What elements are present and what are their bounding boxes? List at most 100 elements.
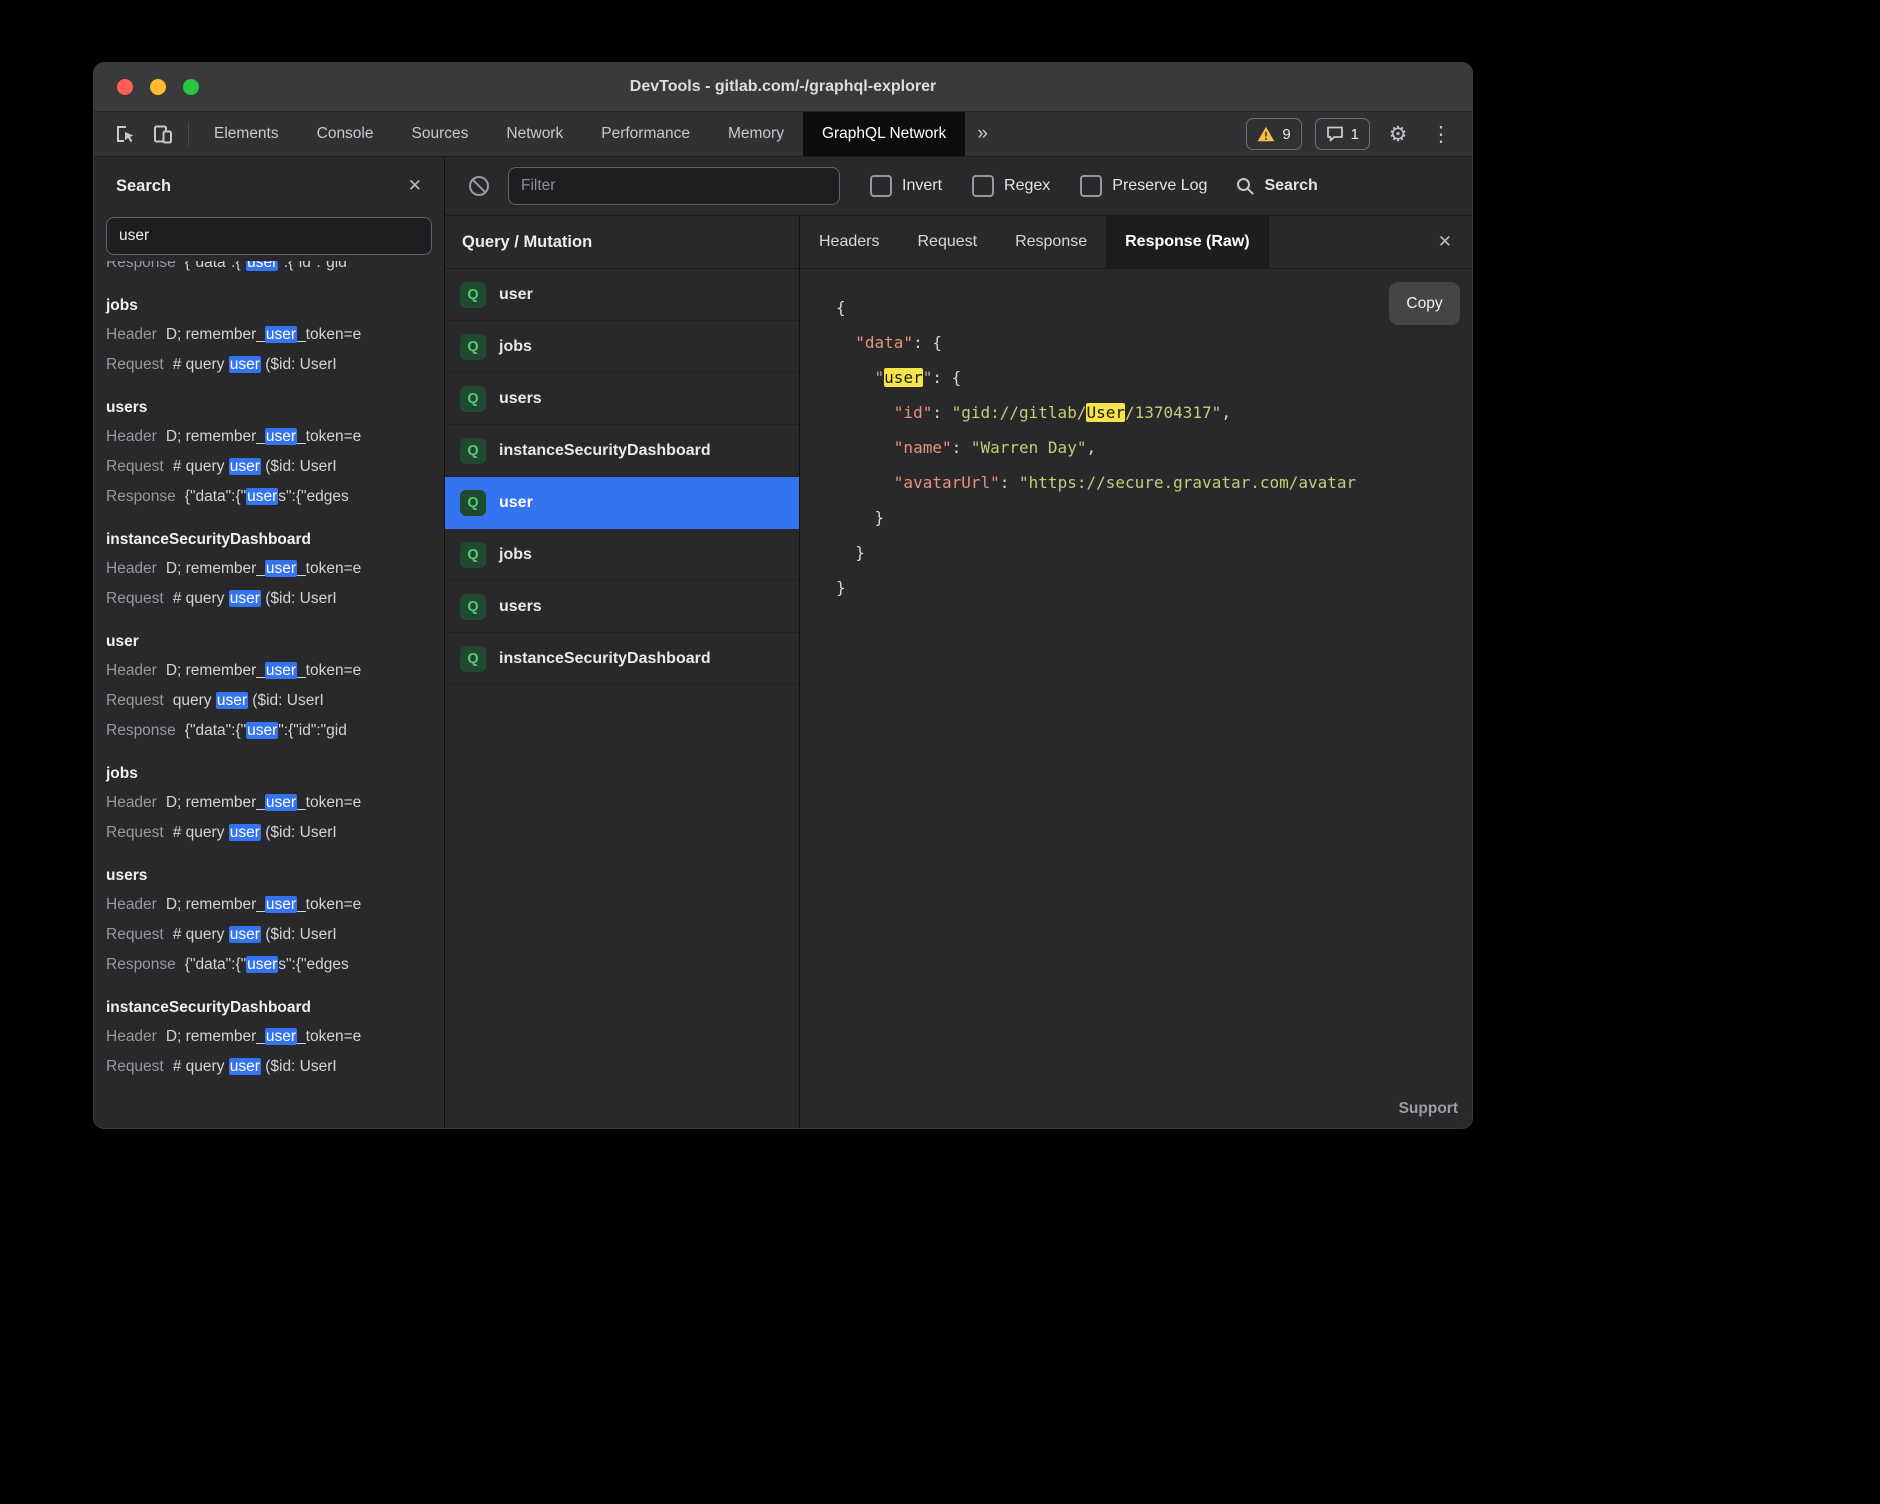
query-list-item-users[interactable]: Qusers [445,373,799,425]
devtools-tab-memory[interactable]: Memory [709,112,803,156]
search-result-line[interactable]: Request# query user ($id: UserI [106,452,436,482]
close-detail-icon[interactable]: ✕ [1438,232,1472,252]
json-token: : { [932,368,961,387]
json-token [836,403,894,422]
search-result-field: Header [106,554,157,584]
json-token: : [1000,473,1019,492]
query-badge: Q [460,646,486,672]
search-input[interactable] [106,217,432,255]
search-result-fragment: D; remember_ [166,560,265,577]
search-result-fragment: _token=e [297,560,361,577]
search-result-line[interactable]: HeaderD; remember_user_token=e [106,788,436,818]
search-match-highlight: user [265,896,297,913]
query-list-item-users[interactable]: Qusers [445,581,799,633]
checkbox-box[interactable] [1080,175,1102,197]
search-toggle[interactable]: Search [1235,176,1317,196]
more-tabs-icon[interactable]: » [965,112,1000,156]
devtools-toolbar: ElementsConsoleSourcesNetworkPerformance… [94,112,1472,157]
search-result-line[interactable]: Response{"data":{"user":{"id":"gid [106,261,436,278]
search-match-highlight: user [265,662,297,679]
json-line: { [836,290,1472,325]
inspect-element-icon[interactable] [106,112,144,156]
devtools-tab-performance[interactable]: Performance [582,112,709,156]
detail-tab-headers[interactable]: Headers [800,216,898,268]
support-link[interactable]: Support [1399,1100,1458,1118]
search-result-line[interactable]: Response{"data":{"user":{"id":"gid [106,716,436,746]
search-result-line[interactable]: Request# query user ($id: UserI [106,584,436,614]
checkbox-label: Regex [1004,177,1050,195]
checkbox-box[interactable] [870,175,892,197]
search-result-line[interactable]: HeaderD; remember_user_token=e [106,320,436,350]
block-icon[interactable] [467,174,491,198]
query-list-item-instancesecuritydashboard[interactable]: QinstanceSecurityDashboard [445,425,799,477]
json-line: "id": "gid://gitlab/User/13704317", [836,395,1472,430]
search-result: jobsHeaderD; remember_user_token=eReques… [106,291,436,380]
search-result-line[interactable]: HeaderD; remember_user_token=e [106,890,436,920]
detail-tab-response-raw[interactable]: Response (Raw) [1106,216,1268,268]
query-badge: Q [460,438,486,464]
search-result-line[interactable]: Request# query user ($id: UserI [106,818,436,848]
search-result-title[interactable]: user [106,627,436,656]
search-result-title[interactable]: jobs [106,759,436,788]
query-list-item-jobs[interactable]: Qjobs [445,321,799,373]
devtools-tab-console[interactable]: Console [298,112,393,156]
device-toolbar-icon[interactable] [144,112,182,156]
devtools-tab-sources[interactable]: Sources [393,112,488,156]
search-result-line[interactable]: Request# query user ($id: UserI [106,350,436,380]
search-result-line[interactable]: Request# query user ($id: UserI [106,1052,436,1082]
search-result-line[interactable]: HeaderD; remember_user_token=e [106,1022,436,1052]
search-result-line[interactable]: HeaderD; remember_user_token=e [106,656,436,686]
search-result-field: Header [106,788,157,818]
detail-tab-request[interactable]: Request [898,216,996,268]
zoom-window-button[interactable] [183,79,199,95]
search-result-title[interactable]: instanceSecurityDashboard [106,993,436,1022]
filter-input[interactable] [508,167,840,205]
checkbox-box[interactable] [972,175,994,197]
messages-badge[interactable]: 1 [1315,118,1370,150]
devtools-tab-elements[interactable]: Elements [195,112,298,156]
search-result-field: Request [106,818,164,848]
search-result-line[interactable]: Request# query user ($id: UserI [106,920,436,950]
search-result-field: Response [106,482,176,512]
search-result-line[interactable]: Response{"data":{"users":{"edges [106,950,436,980]
window-title: DevTools - gitlab.com/-/graphql-explorer [630,78,936,96]
kebab-menu-icon[interactable]: ⋮ [1426,112,1456,156]
checkbox-invert[interactable]: Invert [870,175,942,197]
query-list-item-user[interactable]: Quser [445,477,799,529]
toolbar-icon-group [94,112,182,156]
copy-button[interactable]: Copy [1389,282,1460,325]
search-match-highlight: user [216,692,248,709]
detail-tab-response[interactable]: Response [996,216,1106,268]
search-result-title[interactable]: instanceSecurityDashboard [106,525,436,554]
query-list-item-instancesecuritydashboard[interactable]: QinstanceSecurityDashboard [445,633,799,685]
json-line: "name": "Warren Day", [836,430,1472,465]
response-json: { "data": { "user": { "id": "gid://gitla… [836,290,1472,605]
search-result-fragment: _token=e [297,326,361,343]
checkbox-regex[interactable]: Regex [972,175,1050,197]
warnings-badge[interactable]: 9 [1246,118,1301,150]
json-token: " [875,368,885,387]
devtools-tab-graphql-network[interactable]: GraphQL Network [803,112,965,156]
search-match-highlight: user [246,722,278,739]
search-result-line[interactable]: HeaderD; remember_user_token=e [106,554,436,584]
settings-gear-icon[interactable]: ⚙ [1383,112,1413,156]
search-result-text: # query user ($id: UserI [173,584,337,614]
detail-panel: HeadersRequestResponseResponse (Raw) ✕ C… [800,216,1472,1128]
query-list-item-user[interactable]: Quser [445,269,799,321]
query-list-item-jobs[interactable]: Qjobs [445,529,799,581]
search-result-field: Request [106,350,164,380]
devtools-tab-network[interactable]: Network [487,112,582,156]
search-result-title[interactable]: jobs [106,291,436,320]
search-result-line[interactable]: Requestquery user ($id: UserI [106,686,436,716]
json-line: "user": { [836,360,1472,395]
query-badge: Q [460,386,486,412]
search-result-line[interactable]: HeaderD; remember_user_token=e [106,422,436,452]
search-result-title[interactable]: users [106,393,436,422]
checkbox-preserve-log[interactable]: Preserve Log [1080,175,1207,197]
minimize-window-button[interactable] [150,79,166,95]
close-search-icon[interactable]: ✕ [408,176,422,196]
search-result-title[interactable]: users [106,861,436,890]
search-result-line[interactable]: Response{"data":{"users":{"edges [106,482,436,512]
close-window-button[interactable] [117,79,133,95]
search-result-field: Header [106,422,157,452]
